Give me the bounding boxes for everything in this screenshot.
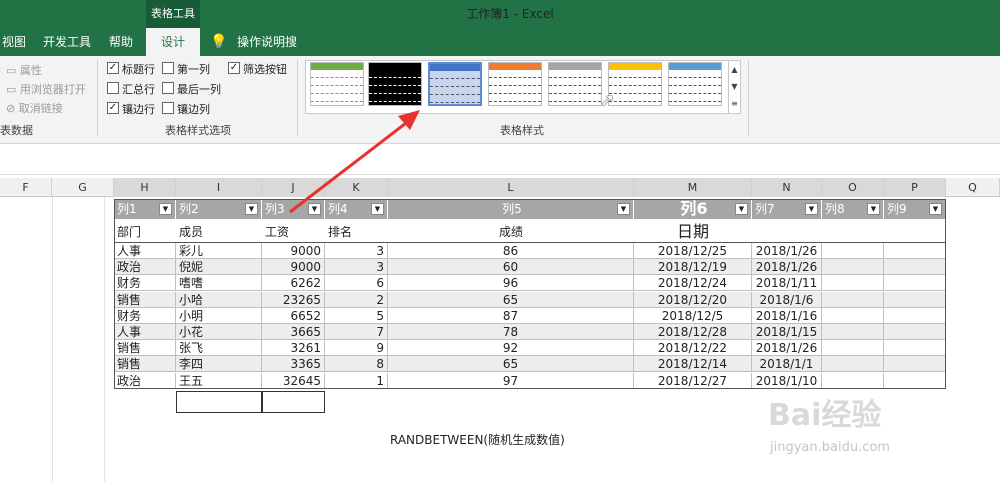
baidu-watermark-url: jingyan.baidu.com <box>770 440 890 455</box>
mouse-cursor-icon: ➚ <box>600 90 616 111</box>
baidu-watermark-logo: Bai经验 <box>768 398 882 433</box>
